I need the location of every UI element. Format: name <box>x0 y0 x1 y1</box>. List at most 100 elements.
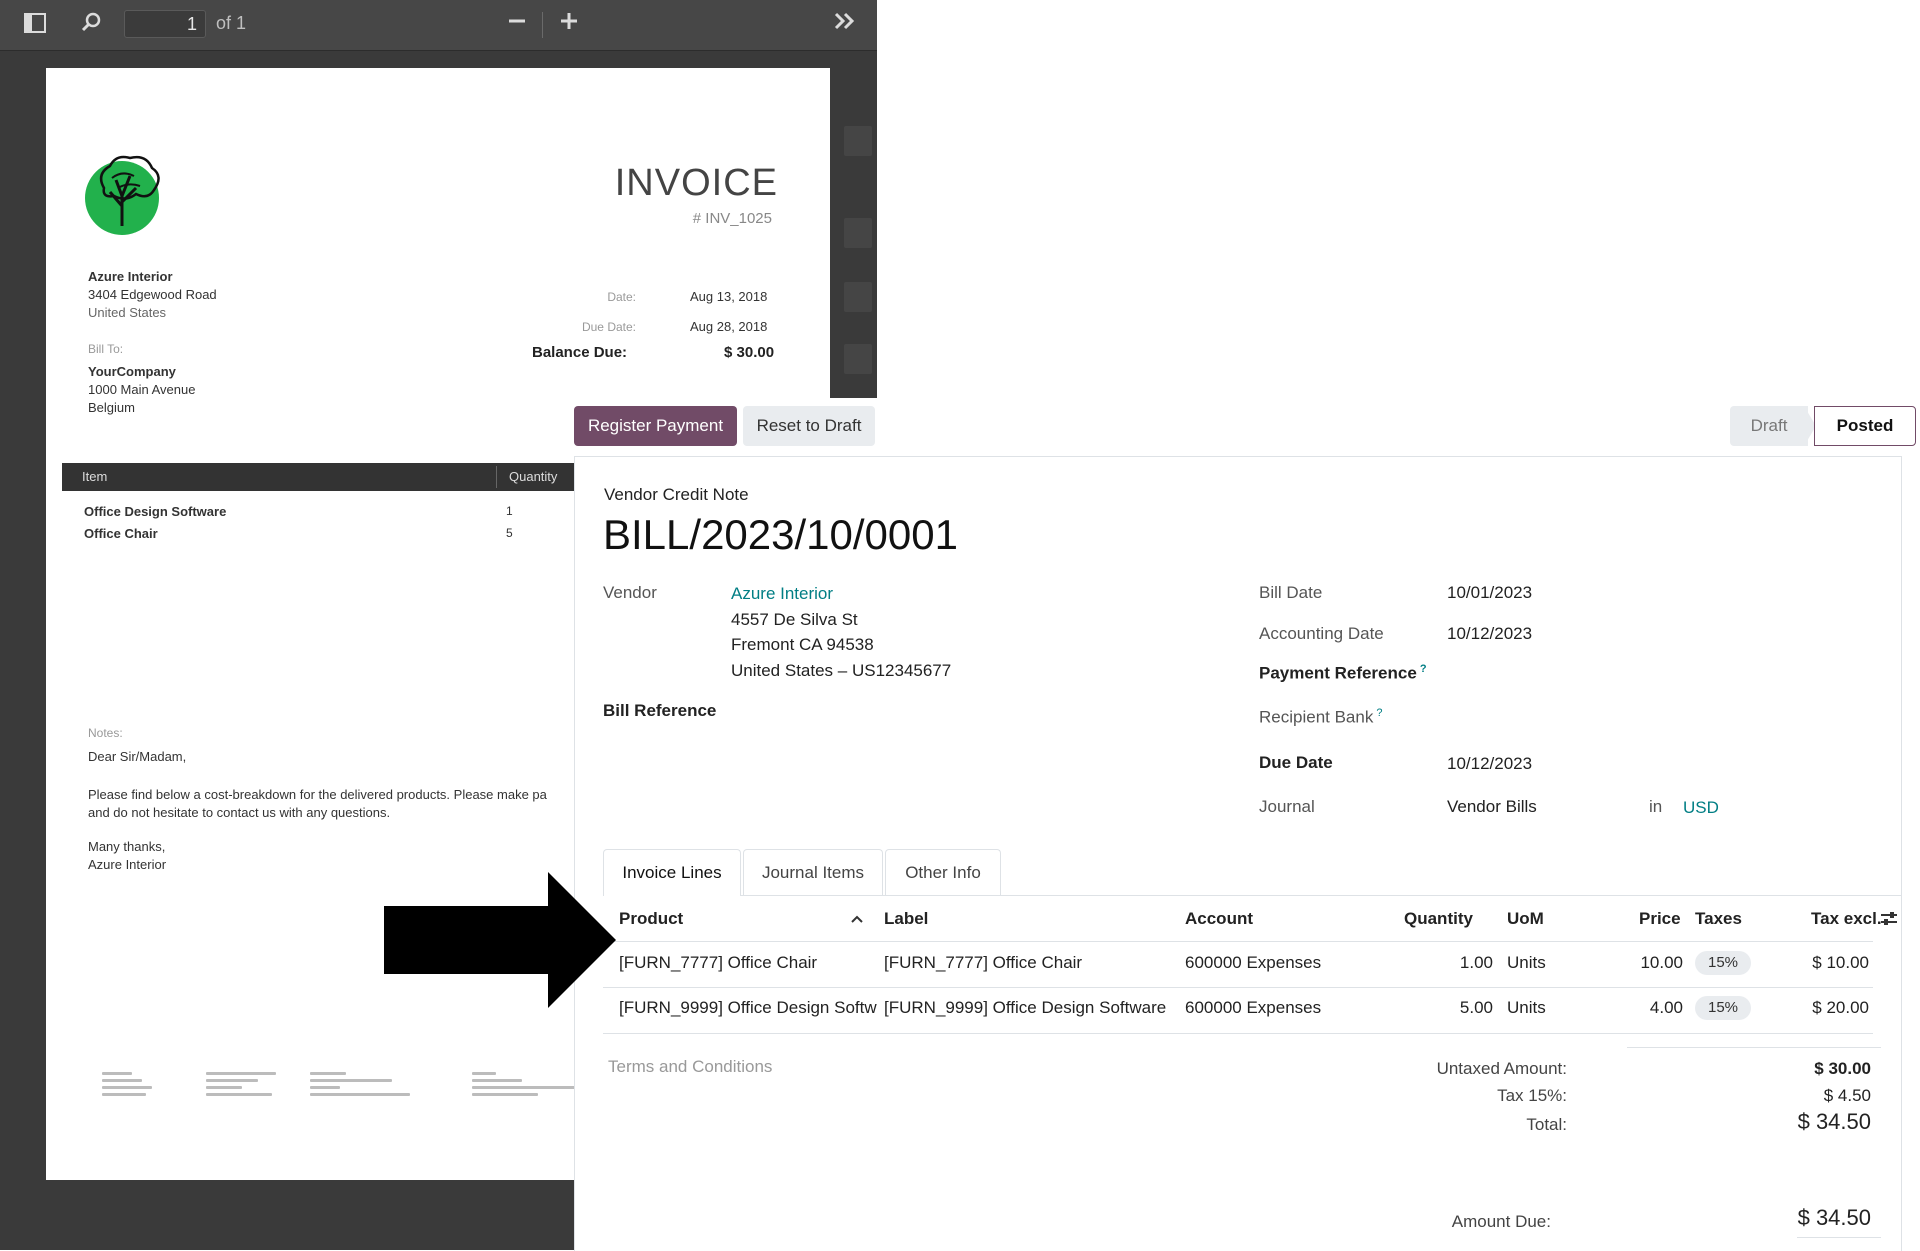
footer-column <box>102 1068 202 1100</box>
pdf-item-qty: 5 <box>506 526 513 540</box>
payment-reference-label: Payment Reference? <box>1259 663 1427 684</box>
bill-to-line: Belgium <box>88 400 135 415</box>
column-tax-excl[interactable]: Tax excl. <box>1811 909 1882 929</box>
invoice-number: # INV_1025 <box>692 210 772 227</box>
vendor-bill-form: Register Payment Reset to Draft Draft Po… <box>574 398 1920 1251</box>
tab-other-info[interactable]: Other Info <box>885 849 1001 895</box>
line-product[interactable]: [FURN_9999] Office Design Softw <box>619 998 879 1018</box>
row-divider <box>603 1033 1873 1034</box>
due-date-value: Aug 28, 2018 <box>690 319 768 334</box>
amount-due-divider <box>1797 1237 1881 1238</box>
line-label[interactable]: [FURN_7777] Office Chair <box>884 953 1180 973</box>
untaxed-amount-value: $ 30.00 <box>1814 1059 1871 1078</box>
date-label: Date: <box>607 290 636 304</box>
vendor-address-line: United States – US12345677 <box>731 661 952 680</box>
register-payment-button[interactable]: Register Payment <box>574 406 737 446</box>
untaxed-amount-label: Untaxed Amount: <box>1436 1059 1567 1078</box>
currency-link[interactable]: USD <box>1683 798 1719 818</box>
amount-due-value: $ 34.50 <box>1797 1205 1871 1230</box>
vendor-address-line: Fremont CA 94538 <box>731 635 874 654</box>
help-icon[interactable]: ? <box>1420 663 1427 675</box>
vendor-link[interactable]: Azure Interior <box>731 584 833 604</box>
column-uom[interactable]: UoM <box>1507 909 1544 929</box>
line-price[interactable]: 10.00 <box>1603 953 1683 973</box>
due-date-field[interactable]: 10/12/2023 <box>1447 754 1532 774</box>
scroll-marker <box>844 126 872 156</box>
line-uom[interactable]: Units <box>1507 953 1546 973</box>
accounting-date-label: Accounting Date <box>1259 624 1384 643</box>
pdf-item-name: Office Design Software <box>84 504 227 519</box>
optional-columns-icon[interactable] <box>1879 909 1899 934</box>
sender-line: United States <box>88 305 167 320</box>
line-uom[interactable]: Units <box>1507 998 1546 1018</box>
footer-column <box>206 1068 306 1100</box>
pdf-item-qty: 1 <box>506 504 513 518</box>
zoom-out-icon[interactable] <box>502 10 532 40</box>
line-quantity[interactable]: 1.00 <box>1413 953 1493 973</box>
column-item: Item <box>82 469 108 484</box>
bill-to-address: YourCompany 1000 Main Avenue Belgium <box>88 363 195 417</box>
form-sheet: Vendor Credit Note BILL/2023/10/0001 Ven… <box>574 456 1902 1251</box>
row-divider <box>603 987 1873 988</box>
due-date-label: Due Date: <box>581 320 636 334</box>
balance-due-value: $ 30.00 <box>724 344 775 361</box>
date-value: Aug 13, 2018 <box>690 289 768 304</box>
bill-date-label: Bill Date <box>1259 583 1323 602</box>
form-statusbar: Register Payment Reset to Draft Draft Po… <box>574 398 1920 452</box>
help-icon[interactable]: ? <box>1376 707 1382 719</box>
tab-journal-items[interactable]: Journal Items <box>743 849 883 895</box>
tax-badge[interactable]: 15% <box>1695 996 1751 1020</box>
status-draft[interactable]: Draft <box>1730 406 1808 446</box>
due-date-label: Due Date <box>1259 753 1333 772</box>
terms-and-conditions-input[interactable]: Terms and Conditions <box>608 1057 772 1077</box>
column-account[interactable]: Account <box>1185 909 1253 929</box>
column-label[interactable]: Label <box>884 909 928 929</box>
bill-date-field[interactable]: 10/01/2023 <box>1447 583 1532 603</box>
line-label[interactable]: [FURN_9999] Office Design Software <box>884 998 1180 1018</box>
sidebar-toggle-icon[interactable] <box>20 10 50 40</box>
payment-reference-text: Payment Reference <box>1259 663 1417 683</box>
notebook-tabs: Invoice Lines Journal Items Other Info <box>603 849 1901 896</box>
sender-line: 3404 Edgewood Road <box>88 287 217 302</box>
line-account[interactable]: 600000 Expenses <box>1185 953 1321 973</box>
status-posted[interactable]: Posted <box>1814 406 1916 446</box>
bill-reference-label: Bill Reference <box>603 701 717 720</box>
column-quantity[interactable]: Quantity <box>1404 909 1473 929</box>
footer-column <box>310 1068 410 1100</box>
column-quantity: Quantity <box>496 466 557 488</box>
bill-to-name: YourCompany <box>88 364 176 379</box>
recipient-bank-text: Recipient Bank <box>1259 707 1374 727</box>
scroll-marker <box>844 282 872 312</box>
reset-to-draft-button[interactable]: Reset to Draft <box>743 406 875 446</box>
line-quantity[interactable]: 5.00 <box>1413 998 1493 1018</box>
scroll-marker <box>844 218 872 248</box>
document-type: Vendor Credit Note <box>604 485 749 504</box>
tab-invoice-lines[interactable]: Invoice Lines <box>603 849 741 896</box>
invoice-title: INVOICE <box>614 162 778 204</box>
journal-field[interactable]: Vendor Bills <box>1447 797 1537 817</box>
column-product[interactable]: Product <box>619 909 683 929</box>
page-total: of 1 <box>216 13 247 33</box>
line-price[interactable]: 4.00 <box>1603 998 1683 1018</box>
journal-in-label: in <box>1649 797 1663 816</box>
line-subtotal: $ 10.00 <box>1812 953 1869 972</box>
tax-label: Tax 15%: <box>1497 1086 1567 1105</box>
tax-value: $ 4.50 <box>1823 1086 1871 1105</box>
more-tools-icon[interactable] <box>830 10 860 40</box>
column-taxes[interactable]: Taxes <box>1695 909 1742 929</box>
total-label: Total: <box>1526 1115 1567 1134</box>
toolbar-divider <box>542 12 543 38</box>
line-product[interactable]: [FURN_7777] Office Chair <box>619 953 879 973</box>
total-value: $ 34.50 <box>1797 1109 1871 1134</box>
sort-asc-icon[interactable] <box>849 911 865 932</box>
amount-due-label: Amount Due: <box>1451 1212 1551 1231</box>
accounting-date-field[interactable]: 10/12/2023 <box>1447 624 1532 644</box>
vendor-address-line: 4557 De Silva St <box>731 610 858 629</box>
search-icon[interactable] <box>76 10 106 40</box>
tax-badge[interactable]: 15% <box>1695 951 1751 975</box>
line-account[interactable]: 600000 Expenses <box>1185 998 1321 1018</box>
annotation-arrow-icon <box>384 872 616 1008</box>
zoom-in-icon[interactable] <box>554 10 584 40</box>
column-price[interactable]: Price <box>1639 909 1681 929</box>
page-number-input[interactable]: 1 <box>124 10 206 38</box>
